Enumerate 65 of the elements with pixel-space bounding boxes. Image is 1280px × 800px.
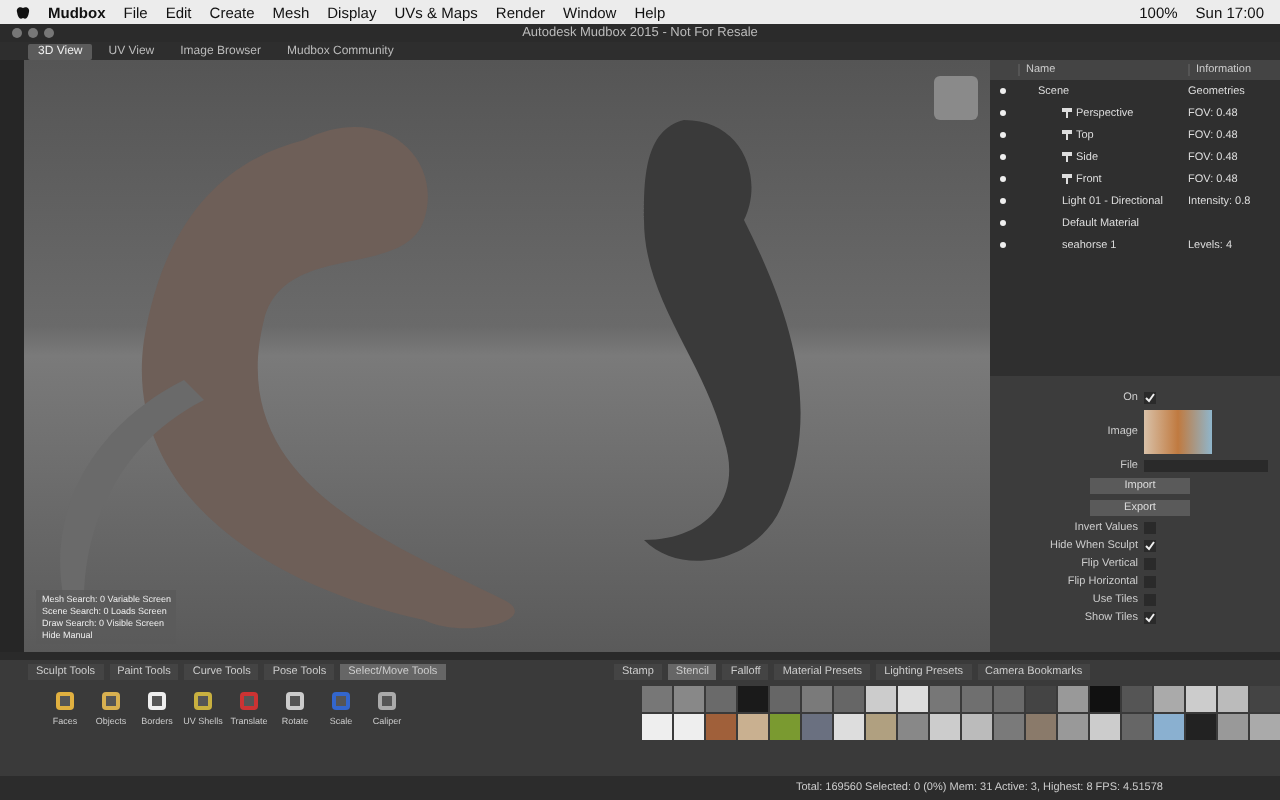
stencil-thumbnail[interactable]	[642, 686, 672, 712]
tool-icon	[190, 688, 216, 714]
visibility-dot[interactable]	[1000, 176, 1006, 182]
stencil-thumbnail[interactable]	[1154, 714, 1184, 740]
visibility-dot[interactable]	[1000, 198, 1006, 204]
tool-icon	[374, 688, 400, 714]
stencil-thumbnail[interactable]	[834, 686, 864, 712]
stencil-thumbnail[interactable]	[770, 714, 800, 740]
stencil-thumbnail[interactable]	[1250, 686, 1280, 712]
stencil-thumbnail[interactable]	[1122, 686, 1152, 712]
visibility-dot[interactable]	[1000, 132, 1006, 138]
visibility-dot[interactable]	[1000, 220, 1006, 226]
checkbox[interactable]	[1144, 540, 1156, 552]
close-button[interactable]	[12, 28, 22, 38]
stencil-thumbnail[interactable]	[962, 686, 992, 712]
tool-icon	[52, 688, 78, 714]
stencil-thumbnail[interactable]	[834, 714, 864, 740]
visibility-dot[interactable]	[1000, 88, 1006, 94]
tool-icon	[282, 688, 308, 714]
stencil-thumbnail[interactable]	[706, 714, 736, 740]
stencil-thumbnail[interactable]	[1250, 714, 1280, 740]
stencil-thumbnail[interactable]	[802, 686, 832, 712]
visibility-dot[interactable]	[1000, 242, 1006, 248]
visibility-dot[interactable]	[1000, 110, 1006, 116]
stencil-thumbnail[interactable]	[898, 686, 928, 712]
stencil-thumbnail[interactable]	[1090, 686, 1120, 712]
stencil-thumbnail[interactable]	[802, 714, 832, 740]
stencil-thumbnail[interactable]	[770, 686, 800, 712]
checkbox[interactable]	[1144, 612, 1156, 624]
stencil-thumbnail[interactable]	[1154, 686, 1184, 712]
stencil-thumbnail[interactable]	[1026, 714, 1056, 740]
tool-icon	[144, 688, 170, 714]
stencil-thumbnail[interactable]	[738, 686, 768, 712]
view-cube-icon[interactable]	[934, 76, 978, 120]
stencil-thumbnail[interactable]	[1186, 714, 1216, 740]
image-thumbnail[interactable]	[1144, 410, 1212, 454]
zoom-button[interactable]	[44, 28, 54, 38]
stencil-thumbnail[interactable]	[1026, 686, 1056, 712]
tool-icon	[328, 688, 354, 714]
stencil-thumbnail[interactable]	[674, 714, 704, 740]
stencil-thumbnail[interactable]	[930, 714, 960, 740]
stencil-thumbnail[interactable]	[642, 714, 672, 740]
stencil-thumbnail[interactable]	[674, 686, 704, 712]
stencil-thumbnail[interactable]	[866, 686, 896, 712]
stencil-thumbnail[interactable]	[994, 714, 1024, 740]
stencil-thumbnail[interactable]	[962, 714, 992, 740]
stencil-thumbnail[interactable]	[898, 714, 928, 740]
stencil-thumbnail[interactable]	[866, 714, 896, 740]
stencil-thumbnail[interactable]	[738, 714, 768, 740]
apple-logo-icon[interactable]	[16, 4, 30, 20]
stencil-thumbnail[interactable]	[1218, 686, 1248, 712]
stencil-thumbnail[interactable]	[994, 686, 1024, 712]
stencil-thumbnail[interactable]	[1090, 714, 1120, 740]
stencil-thumbnail[interactable]	[930, 686, 960, 712]
minimize-button[interactable]	[28, 28, 38, 38]
tool-icon	[98, 688, 124, 714]
tool-icon	[236, 688, 262, 714]
visibility-dot[interactable]	[1000, 154, 1006, 160]
stencil-thumbnail[interactable]	[1122, 714, 1152, 740]
checkbox[interactable]	[1144, 392, 1156, 404]
stencil-thumbnail[interactable]	[706, 686, 736, 712]
stencil-thumbnail[interactable]	[1058, 686, 1088, 712]
stencil-thumbnail[interactable]	[1186, 686, 1216, 712]
stencil-thumbnail[interactable]	[1218, 714, 1248, 740]
stencil-thumbnail[interactable]	[1058, 714, 1088, 740]
